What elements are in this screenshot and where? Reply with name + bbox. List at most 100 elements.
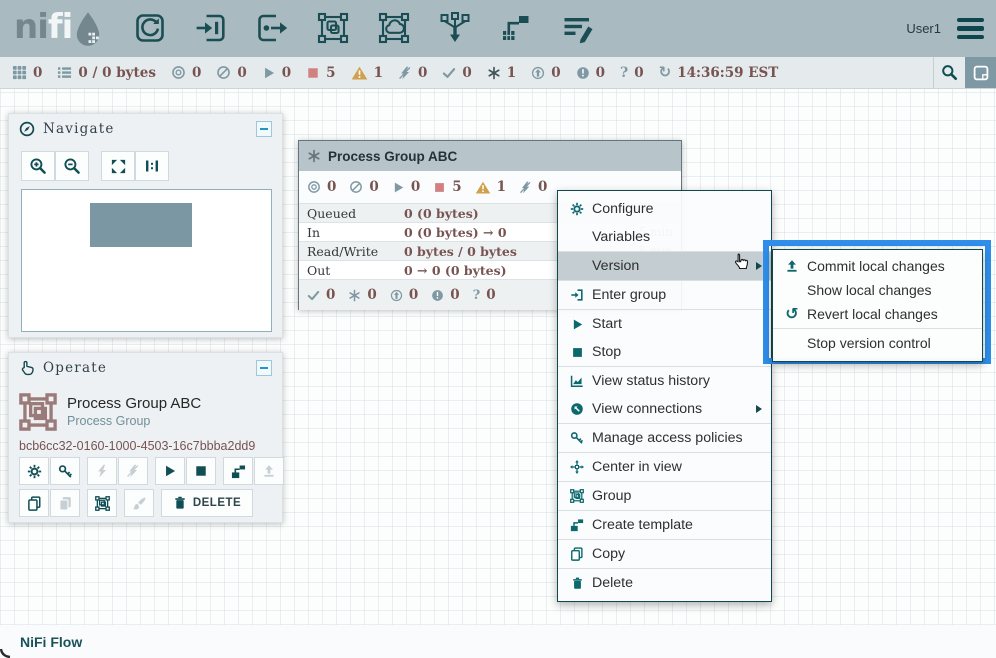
operate-panel: Operate Process Group ABC Process Group …	[8, 352, 283, 523]
create-template-button[interactable]	[223, 457, 253, 485]
menu-item-create-template[interactable]: Create template	[558, 511, 771, 539]
process-group-icon[interactable]	[316, 11, 350, 45]
upload-template-button[interactable]	[254, 457, 284, 485]
center-in-view-icon	[566, 460, 588, 474]
label-icon[interactable]	[560, 11, 594, 45]
minimap-component	[90, 203, 192, 247]
app-header: nifi User1	[0, 0, 996, 57]
queued-stat: 0 / 0 bytes	[57, 65, 156, 81]
menu-item-center-in-view[interactable]: Center in view	[558, 453, 771, 481]
input-port-icon[interactable]	[194, 11, 228, 45]
menu-item-delete[interactable]: Delete	[558, 569, 771, 597]
template-icon[interactable]	[499, 11, 533, 45]
disabled-stat: 0	[519, 179, 547, 195]
remote-process-group-icon[interactable]	[377, 11, 411, 45]
status-history-icon	[566, 374, 588, 388]
disabled-stat: 0	[398, 65, 427, 81]
selected-component-icon	[19, 393, 57, 431]
current-user: User1	[906, 21, 941, 36]
running-stat: 0	[262, 65, 291, 81]
not-transmitting-stat: 0	[349, 179, 378, 195]
birdseye-minimap[interactable]	[21, 189, 272, 332]
stop-icon	[566, 346, 588, 359]
template-icon	[566, 518, 588, 532]
start-icon	[566, 318, 588, 331]
menu-item-view-connections[interactable]: View connections	[558, 395, 771, 423]
stopped-stat: 5	[433, 179, 461, 195]
menu-item-copy[interactable]: Copy	[558, 540, 771, 568]
navigate-panel: Navigate	[8, 113, 283, 338]
zoom-fit-button[interactable]	[101, 151, 135, 181]
menu-item-stop[interactable]: Stop	[558, 338, 771, 366]
menu-item-revert-local-changes[interactable]: ↺Revert local changes	[773, 302, 982, 326]
navigate-collapse-button[interactable]	[256, 121, 272, 137]
nifi-droplet-icon	[74, 10, 102, 48]
locally-modified-stat: 1	[487, 65, 516, 81]
delete-button[interactable]: DELETE	[161, 489, 253, 517]
selected-component-type: Process Group	[67, 414, 150, 428]
transmitting-stat: 0	[307, 179, 336, 195]
menu-item-commit-local-changes[interactable]: Commit local changes	[773, 254, 982, 278]
menu-item-version[interactable]: Version	[558, 252, 771, 280]
bulletin-board-button[interactable]	[965, 57, 996, 88]
menu-item-manage-access-policies[interactable]: Manage access policies	[558, 424, 771, 452]
active-threads-stat: 0	[12, 65, 42, 81]
zoom-actual-size-button[interactable]	[135, 151, 169, 181]
configure-button[interactable]	[19, 457, 49, 485]
stale-stat: 0	[390, 287, 418, 303]
paste-button[interactable]	[50, 489, 80, 517]
connections-icon	[566, 402, 588, 416]
operate-panel-title: Operate	[43, 360, 248, 376]
stale-stat: 0	[531, 65, 560, 81]
submenu-arrow-icon	[756, 405, 762, 413]
selected-component-id: bcb6cc32-0160-1000-4503-16c7bbba2dd9	[19, 439, 255, 453]
stop-button[interactable]	[186, 457, 216, 485]
change-color-button[interactable]	[124, 489, 154, 517]
submenu-arrow-icon	[756, 262, 762, 270]
group-button[interactable]	[87, 489, 117, 517]
menu-item-stop-version-control[interactable]: Stop version control	[773, 331, 982, 355]
locally-modified-icon	[307, 149, 321, 163]
breadcrumb: NiFi Flow	[0, 625, 996, 658]
operate-collapse-button[interactable]	[256, 360, 272, 376]
trash-icon	[173, 496, 187, 510]
access-policies-button[interactable]	[50, 457, 80, 485]
transmitting-stat: 0	[171, 65, 201, 81]
breadcrumb-nifi-flow[interactable]: NiFi Flow	[20, 634, 82, 650]
compass-icon	[19, 121, 35, 137]
menu-item-group[interactable]: Group	[558, 482, 771, 510]
zoom-in-button[interactable]	[21, 151, 55, 181]
funnel-icon[interactable]	[438, 11, 472, 45]
up-to-date-stat: 0	[307, 287, 335, 303]
gear-icon	[566, 202, 588, 216]
menu-item-configure[interactable]: Configure	[558, 195, 771, 223]
version-submenu: Commit local changes Show local changes …	[772, 249, 983, 362]
menu-item-view-status-history[interactable]: View status history	[558, 367, 771, 395]
processor-icon[interactable]	[133, 11, 167, 45]
undo-icon: ↺	[781, 306, 803, 322]
menu-item-variables[interactable]: Variables	[558, 223, 771, 251]
search-button[interactable]	[933, 57, 965, 88]
start-button[interactable]	[155, 457, 185, 485]
locally-modified-stale-stat: 0	[576, 65, 605, 81]
menu-item-start[interactable]: Start	[558, 310, 771, 338]
copy-icon	[566, 547, 588, 561]
zoom-out-button[interactable]	[55, 151, 89, 181]
enable-button[interactable]	[87, 457, 117, 485]
nifi-logo: nifi	[14, 8, 102, 48]
invalid-stat: 1	[351, 65, 383, 81]
running-stat: 0	[392, 179, 420, 195]
menu-item-show-local-changes[interactable]: Show local changes	[773, 278, 982, 302]
process-group-title: Process Group ABC	[328, 149, 457, 164]
global-menu-icon[interactable]	[957, 18, 984, 40]
component-toolbar	[133, 11, 594, 45]
sync-failure-stat: ?0	[620, 65, 644, 81]
menu-item-enter-group[interactable]: Enter group	[558, 281, 771, 309]
copy-button[interactable]	[19, 489, 49, 517]
refresh-icon[interactable]: ↻	[659, 65, 672, 80]
logo-text: nifi	[14, 8, 72, 46]
process-group-header: Process Group ABC	[299, 141, 681, 171]
output-port-icon[interactable]	[255, 11, 289, 45]
disable-button[interactable]	[118, 457, 148, 485]
enter-group-icon	[566, 288, 588, 302]
